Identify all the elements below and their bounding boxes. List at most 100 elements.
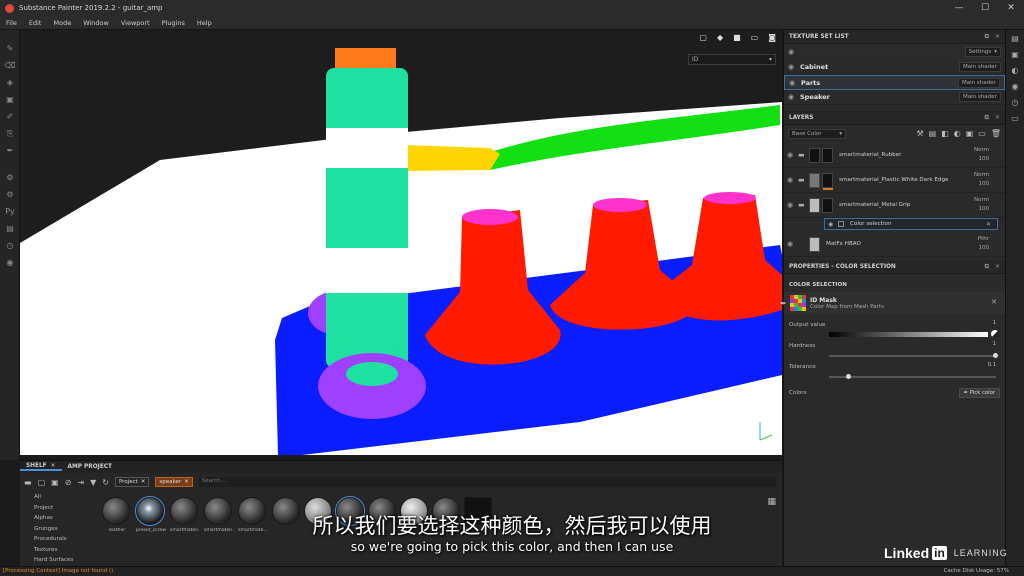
plug-mesh[interactable] bbox=[404, 145, 500, 171]
filter-chip-speaker[interactable]: speaker ✕ bbox=[155, 477, 193, 487]
effect-row-color-selection[interactable]: ◉ Color selection ✕ bbox=[824, 218, 998, 230]
log-icon[interactable]: ▭ bbox=[1006, 110, 1024, 126]
close-icon[interactable]: ✕ bbox=[51, 463, 56, 469]
close-icon[interactable]: ✕ bbox=[991, 298, 997, 306]
tab-shelf[interactable]: SHELF ✕ bbox=[20, 463, 62, 471]
export-icon[interactable]: ⇥ bbox=[77, 478, 84, 487]
screenshot-icon[interactable]: ◙ bbox=[768, 33, 776, 42]
category-item[interactable]: All bbox=[28, 494, 98, 505]
eye-icon[interactable]: ◉ bbox=[788, 48, 794, 56]
texture-set-cabinet[interactable]: ◉ Cabinet Main shader bbox=[784, 60, 1005, 75]
eye-icon[interactable]: ◉ bbox=[787, 176, 798, 184]
channel-select[interactable]: ID ▾ bbox=[688, 54, 776, 65]
menu-plugins[interactable]: Plugins bbox=[156, 19, 191, 27]
texture-set-parts[interactable]: ◉ Parts Main shader bbox=[784, 75, 1005, 90]
blend-mode[interactable]: Pthr bbox=[978, 235, 989, 244]
maximize-button[interactable]: ☐ bbox=[972, 0, 998, 16]
close-icon[interactable]: ✕ bbox=[995, 33, 1000, 41]
eye-icon[interactable]: ◉ bbox=[787, 151, 798, 159]
blend-mode[interactable]: Norm bbox=[974, 146, 989, 155]
id-mask-resource[interactable]: ✒ ID Mask Color Map from Mesh Parts ✕ bbox=[780, 292, 1005, 314]
layer-opacity[interactable]: 100 bbox=[974, 205, 990, 214]
record-icon[interactable]: ◉ bbox=[0, 254, 20, 271]
eye-icon[interactable]: ◉ bbox=[789, 79, 801, 87]
tab-amp-project[interactable]: AMP PROJECT bbox=[62, 464, 119, 470]
minimize-button[interactable]: — bbox=[946, 0, 972, 16]
save-icon[interactable]: ▣ bbox=[51, 478, 59, 487]
close-icon[interactable]: ✕ bbox=[184, 479, 189, 485]
bake-icon[interactable]: ⚙ bbox=[0, 169, 20, 186]
menu-window[interactable]: Window bbox=[77, 19, 115, 27]
texture-set-speaker[interactable]: ◉ Speaker Main shader bbox=[784, 90, 1005, 105]
menu-file[interactable]: File bbox=[0, 19, 23, 27]
layer-opacity[interactable]: 100 bbox=[974, 180, 990, 189]
projection-icon[interactable]: ◈ bbox=[0, 74, 20, 91]
pick-color-button[interactable]: ✒ Pick color bbox=[958, 388, 1000, 398]
display-settings-icon[interactable]: ◐ bbox=[1006, 62, 1024, 78]
shader-select[interactable]: Main shader bbox=[959, 62, 1001, 72]
camera-icon[interactable]: ■ bbox=[733, 33, 741, 42]
menu-viewport[interactable]: Viewport bbox=[115, 19, 156, 27]
layer-row[interactable]: ◉ ▬ smartmaterial_Metal Grip Norm 100 bbox=[784, 193, 1005, 218]
python-icon[interactable]: Py bbox=[0, 203, 20, 220]
shader-settings-icon[interactable]: ◉ bbox=[1006, 78, 1024, 94]
close-icon[interactable]: ✕ bbox=[995, 263, 1000, 271]
menu-mode[interactable]: Mode bbox=[47, 19, 77, 27]
grid-view-icon[interactable]: ▦ bbox=[767, 497, 776, 507]
eraser-icon[interactable]: ⌫ bbox=[0, 57, 20, 74]
display-mode-icon[interactable]: ◆ bbox=[717, 33, 723, 42]
new-icon[interactable]: ▢ bbox=[38, 478, 46, 487]
settings-dropdown[interactable]: Settings ▾ bbox=[964, 47, 1001, 57]
eye-icon[interactable]: ◉ bbox=[787, 201, 798, 209]
hide-icon[interactable]: ⊘ bbox=[65, 478, 72, 487]
paint-brush-icon[interactable]: ✎ bbox=[0, 40, 20, 57]
shader-select[interactable]: Main shader bbox=[959, 92, 1001, 102]
filter-chip-project[interactable]: Project ✕ bbox=[114, 477, 150, 487]
add-fill-layer-icon[interactable]: ◧ bbox=[941, 129, 949, 138]
eye-icon[interactable]: ◉ bbox=[788, 93, 800, 101]
viewport-3d[interactable]: ▢ ◆ ■ ▭ ◙ ID ▾ bbox=[20, 30, 782, 455]
layer-channel-select[interactable]: Base Color ▾ bbox=[788, 129, 846, 139]
refresh-icon[interactable]: ↻ bbox=[102, 478, 109, 487]
undock-icon[interactable]: ⧉ bbox=[985, 33, 989, 41]
script-icon[interactable]: ▤ bbox=[0, 220, 20, 237]
folder-icon[interactable]: ▬ bbox=[24, 478, 32, 487]
blend-mode[interactable]: Norm bbox=[974, 196, 989, 205]
eye-icon[interactable]: ◉ bbox=[788, 63, 800, 71]
clone-icon[interactable]: ⎘ bbox=[0, 125, 20, 142]
add-folder-icon[interactable]: ▭ bbox=[978, 129, 986, 138]
close-button[interactable]: ✕ bbox=[998, 0, 1024, 16]
slider-handle[interactable] bbox=[845, 374, 851, 379]
3d-scene[interactable] bbox=[20, 30, 782, 455]
settings-icon[interactable]: ⚙ bbox=[0, 186, 20, 203]
polygon-fill-icon[interactable]: ▣ bbox=[0, 91, 20, 108]
close-icon[interactable]: ✕ bbox=[986, 221, 991, 228]
add-mask-icon[interactable]: ▤ bbox=[929, 129, 937, 138]
undock-icon[interactable]: ⧉ bbox=[985, 263, 989, 271]
layer-row[interactable]: ◉ MatFx HBAO Pthr 100 bbox=[784, 232, 1005, 257]
add-paint-layer-icon[interactable]: ▣ bbox=[966, 129, 974, 138]
effect-checkbox[interactable] bbox=[838, 221, 844, 227]
close-icon[interactable]: ✕ bbox=[995, 114, 1000, 122]
eye-icon[interactable]: ◉ bbox=[787, 240, 798, 248]
blend-mode[interactable]: Norm bbox=[974, 171, 989, 180]
dual-view-icon[interactable]: ▭ bbox=[751, 33, 759, 42]
tolerance-slider[interactable] bbox=[829, 374, 996, 379]
add-effect-icon[interactable]: ⚒ bbox=[916, 129, 923, 138]
camera-mode-icon[interactable]: ▢ bbox=[699, 33, 707, 42]
layer-opacity[interactable]: 100 bbox=[974, 155, 990, 164]
layer-row[interactable]: ◉ ▬ smartmaterial_Rubber Norm 100 bbox=[784, 143, 1005, 168]
filter-icon[interactable]: ▼ bbox=[90, 478, 96, 487]
history-icon[interactable]: ◷ bbox=[1006, 94, 1024, 110]
smudge-icon[interactable]: ✐ bbox=[0, 108, 20, 125]
eyedropper-icon[interactable]: ✒ bbox=[780, 299, 787, 308]
menu-help[interactable]: Help bbox=[191, 19, 218, 27]
history-icon[interactable]: ◷ bbox=[0, 237, 20, 254]
close-icon[interactable]: ✕ bbox=[141, 479, 146, 485]
hardness-slider[interactable] bbox=[829, 353, 998, 358]
eye-icon[interactable]: ◉ bbox=[828, 221, 838, 228]
layers-panel-icon[interactable]: ▤ bbox=[1006, 30, 1024, 46]
output-value-slider[interactable] bbox=[829, 332, 988, 337]
shelf-search-input[interactable]: Search... bbox=[198, 477, 776, 487]
slider-handle[interactable] bbox=[993, 353, 998, 358]
